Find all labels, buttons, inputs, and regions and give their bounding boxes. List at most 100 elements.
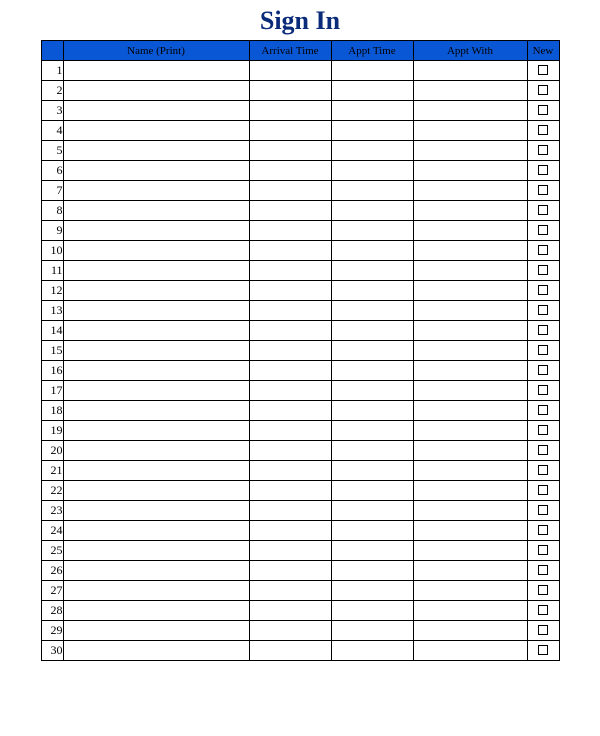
- appt-with-cell[interactable]: [413, 481, 527, 501]
- name-cell[interactable]: [63, 601, 249, 621]
- arrival-time-cell[interactable]: [249, 121, 331, 141]
- new-checkbox-cell[interactable]: [527, 161, 559, 181]
- new-checkbox-cell[interactable]: [527, 201, 559, 221]
- new-checkbox-cell[interactable]: [527, 361, 559, 381]
- new-checkbox-cell[interactable]: [527, 421, 559, 441]
- appt-with-cell[interactable]: [413, 301, 527, 321]
- name-cell[interactable]: [63, 541, 249, 561]
- name-cell[interactable]: [63, 61, 249, 81]
- appt-time-cell[interactable]: [331, 121, 413, 141]
- checkbox-icon[interactable]: [538, 365, 548, 375]
- appt-with-cell[interactable]: [413, 201, 527, 221]
- name-cell[interactable]: [63, 261, 249, 281]
- checkbox-icon[interactable]: [538, 145, 548, 155]
- appt-time-cell[interactable]: [331, 481, 413, 501]
- name-cell[interactable]: [63, 321, 249, 341]
- checkbox-icon[interactable]: [538, 425, 548, 435]
- appt-time-cell[interactable]: [331, 541, 413, 561]
- checkbox-icon[interactable]: [538, 605, 548, 615]
- new-checkbox-cell[interactable]: [527, 181, 559, 201]
- appt-time-cell[interactable]: [331, 581, 413, 601]
- appt-time-cell[interactable]: [331, 101, 413, 121]
- appt-with-cell[interactable]: [413, 241, 527, 261]
- appt-with-cell[interactable]: [413, 561, 527, 581]
- checkbox-icon[interactable]: [538, 185, 548, 195]
- checkbox-icon[interactable]: [538, 225, 548, 235]
- appt-time-cell[interactable]: [331, 261, 413, 281]
- name-cell[interactable]: [63, 641, 249, 661]
- new-checkbox-cell[interactable]: [527, 261, 559, 281]
- checkbox-icon[interactable]: [538, 165, 548, 175]
- name-cell[interactable]: [63, 461, 249, 481]
- name-cell[interactable]: [63, 161, 249, 181]
- appt-with-cell[interactable]: [413, 401, 527, 421]
- checkbox-icon[interactable]: [538, 405, 548, 415]
- checkbox-icon[interactable]: [538, 345, 548, 355]
- new-checkbox-cell[interactable]: [527, 381, 559, 401]
- appt-time-cell[interactable]: [331, 141, 413, 161]
- appt-time-cell[interactable]: [331, 641, 413, 661]
- name-cell[interactable]: [63, 201, 249, 221]
- appt-with-cell[interactable]: [413, 141, 527, 161]
- checkbox-icon[interactable]: [538, 485, 548, 495]
- checkbox-icon[interactable]: [538, 545, 548, 555]
- appt-time-cell[interactable]: [331, 61, 413, 81]
- checkbox-icon[interactable]: [538, 65, 548, 75]
- checkbox-icon[interactable]: [538, 385, 548, 395]
- arrival-time-cell[interactable]: [249, 521, 331, 541]
- name-cell[interactable]: [63, 361, 249, 381]
- arrival-time-cell[interactable]: [249, 161, 331, 181]
- appt-with-cell[interactable]: [413, 321, 527, 341]
- new-checkbox-cell[interactable]: [527, 141, 559, 161]
- arrival-time-cell[interactable]: [249, 641, 331, 661]
- name-cell[interactable]: [63, 401, 249, 421]
- appt-with-cell[interactable]: [413, 621, 527, 641]
- appt-with-cell[interactable]: [413, 601, 527, 621]
- name-cell[interactable]: [63, 281, 249, 301]
- checkbox-icon[interactable]: [538, 505, 548, 515]
- appt-time-cell[interactable]: [331, 461, 413, 481]
- arrival-time-cell[interactable]: [249, 81, 331, 101]
- name-cell[interactable]: [63, 221, 249, 241]
- appt-with-cell[interactable]: [413, 161, 527, 181]
- arrival-time-cell[interactable]: [249, 101, 331, 121]
- arrival-time-cell[interactable]: [249, 401, 331, 421]
- arrival-time-cell[interactable]: [249, 201, 331, 221]
- appt-time-cell[interactable]: [331, 621, 413, 641]
- new-checkbox-cell[interactable]: [527, 521, 559, 541]
- appt-with-cell[interactable]: [413, 521, 527, 541]
- appt-time-cell[interactable]: [331, 361, 413, 381]
- appt-time-cell[interactable]: [331, 321, 413, 341]
- appt-with-cell[interactable]: [413, 61, 527, 81]
- name-cell[interactable]: [63, 421, 249, 441]
- new-checkbox-cell[interactable]: [527, 281, 559, 301]
- name-cell[interactable]: [63, 101, 249, 121]
- checkbox-icon[interactable]: [538, 445, 548, 455]
- arrival-time-cell[interactable]: [249, 621, 331, 641]
- arrival-time-cell[interactable]: [249, 481, 331, 501]
- appt-time-cell[interactable]: [331, 441, 413, 461]
- new-checkbox-cell[interactable]: [527, 301, 559, 321]
- appt-time-cell[interactable]: [331, 601, 413, 621]
- appt-time-cell[interactable]: [331, 501, 413, 521]
- arrival-time-cell[interactable]: [249, 281, 331, 301]
- appt-with-cell[interactable]: [413, 121, 527, 141]
- checkbox-icon[interactable]: [538, 325, 548, 335]
- arrival-time-cell[interactable]: [249, 461, 331, 481]
- checkbox-icon[interactable]: [538, 285, 548, 295]
- appt-with-cell[interactable]: [413, 541, 527, 561]
- appt-time-cell[interactable]: [331, 521, 413, 541]
- checkbox-icon[interactable]: [538, 585, 548, 595]
- appt-with-cell[interactable]: [413, 361, 527, 381]
- name-cell[interactable]: [63, 481, 249, 501]
- arrival-time-cell[interactable]: [249, 381, 331, 401]
- name-cell[interactable]: [63, 301, 249, 321]
- appt-with-cell[interactable]: [413, 441, 527, 461]
- checkbox-icon[interactable]: [538, 645, 548, 655]
- name-cell[interactable]: [63, 441, 249, 461]
- new-checkbox-cell[interactable]: [527, 121, 559, 141]
- arrival-time-cell[interactable]: [249, 501, 331, 521]
- new-checkbox-cell[interactable]: [527, 321, 559, 341]
- arrival-time-cell[interactable]: [249, 441, 331, 461]
- appt-with-cell[interactable]: [413, 281, 527, 301]
